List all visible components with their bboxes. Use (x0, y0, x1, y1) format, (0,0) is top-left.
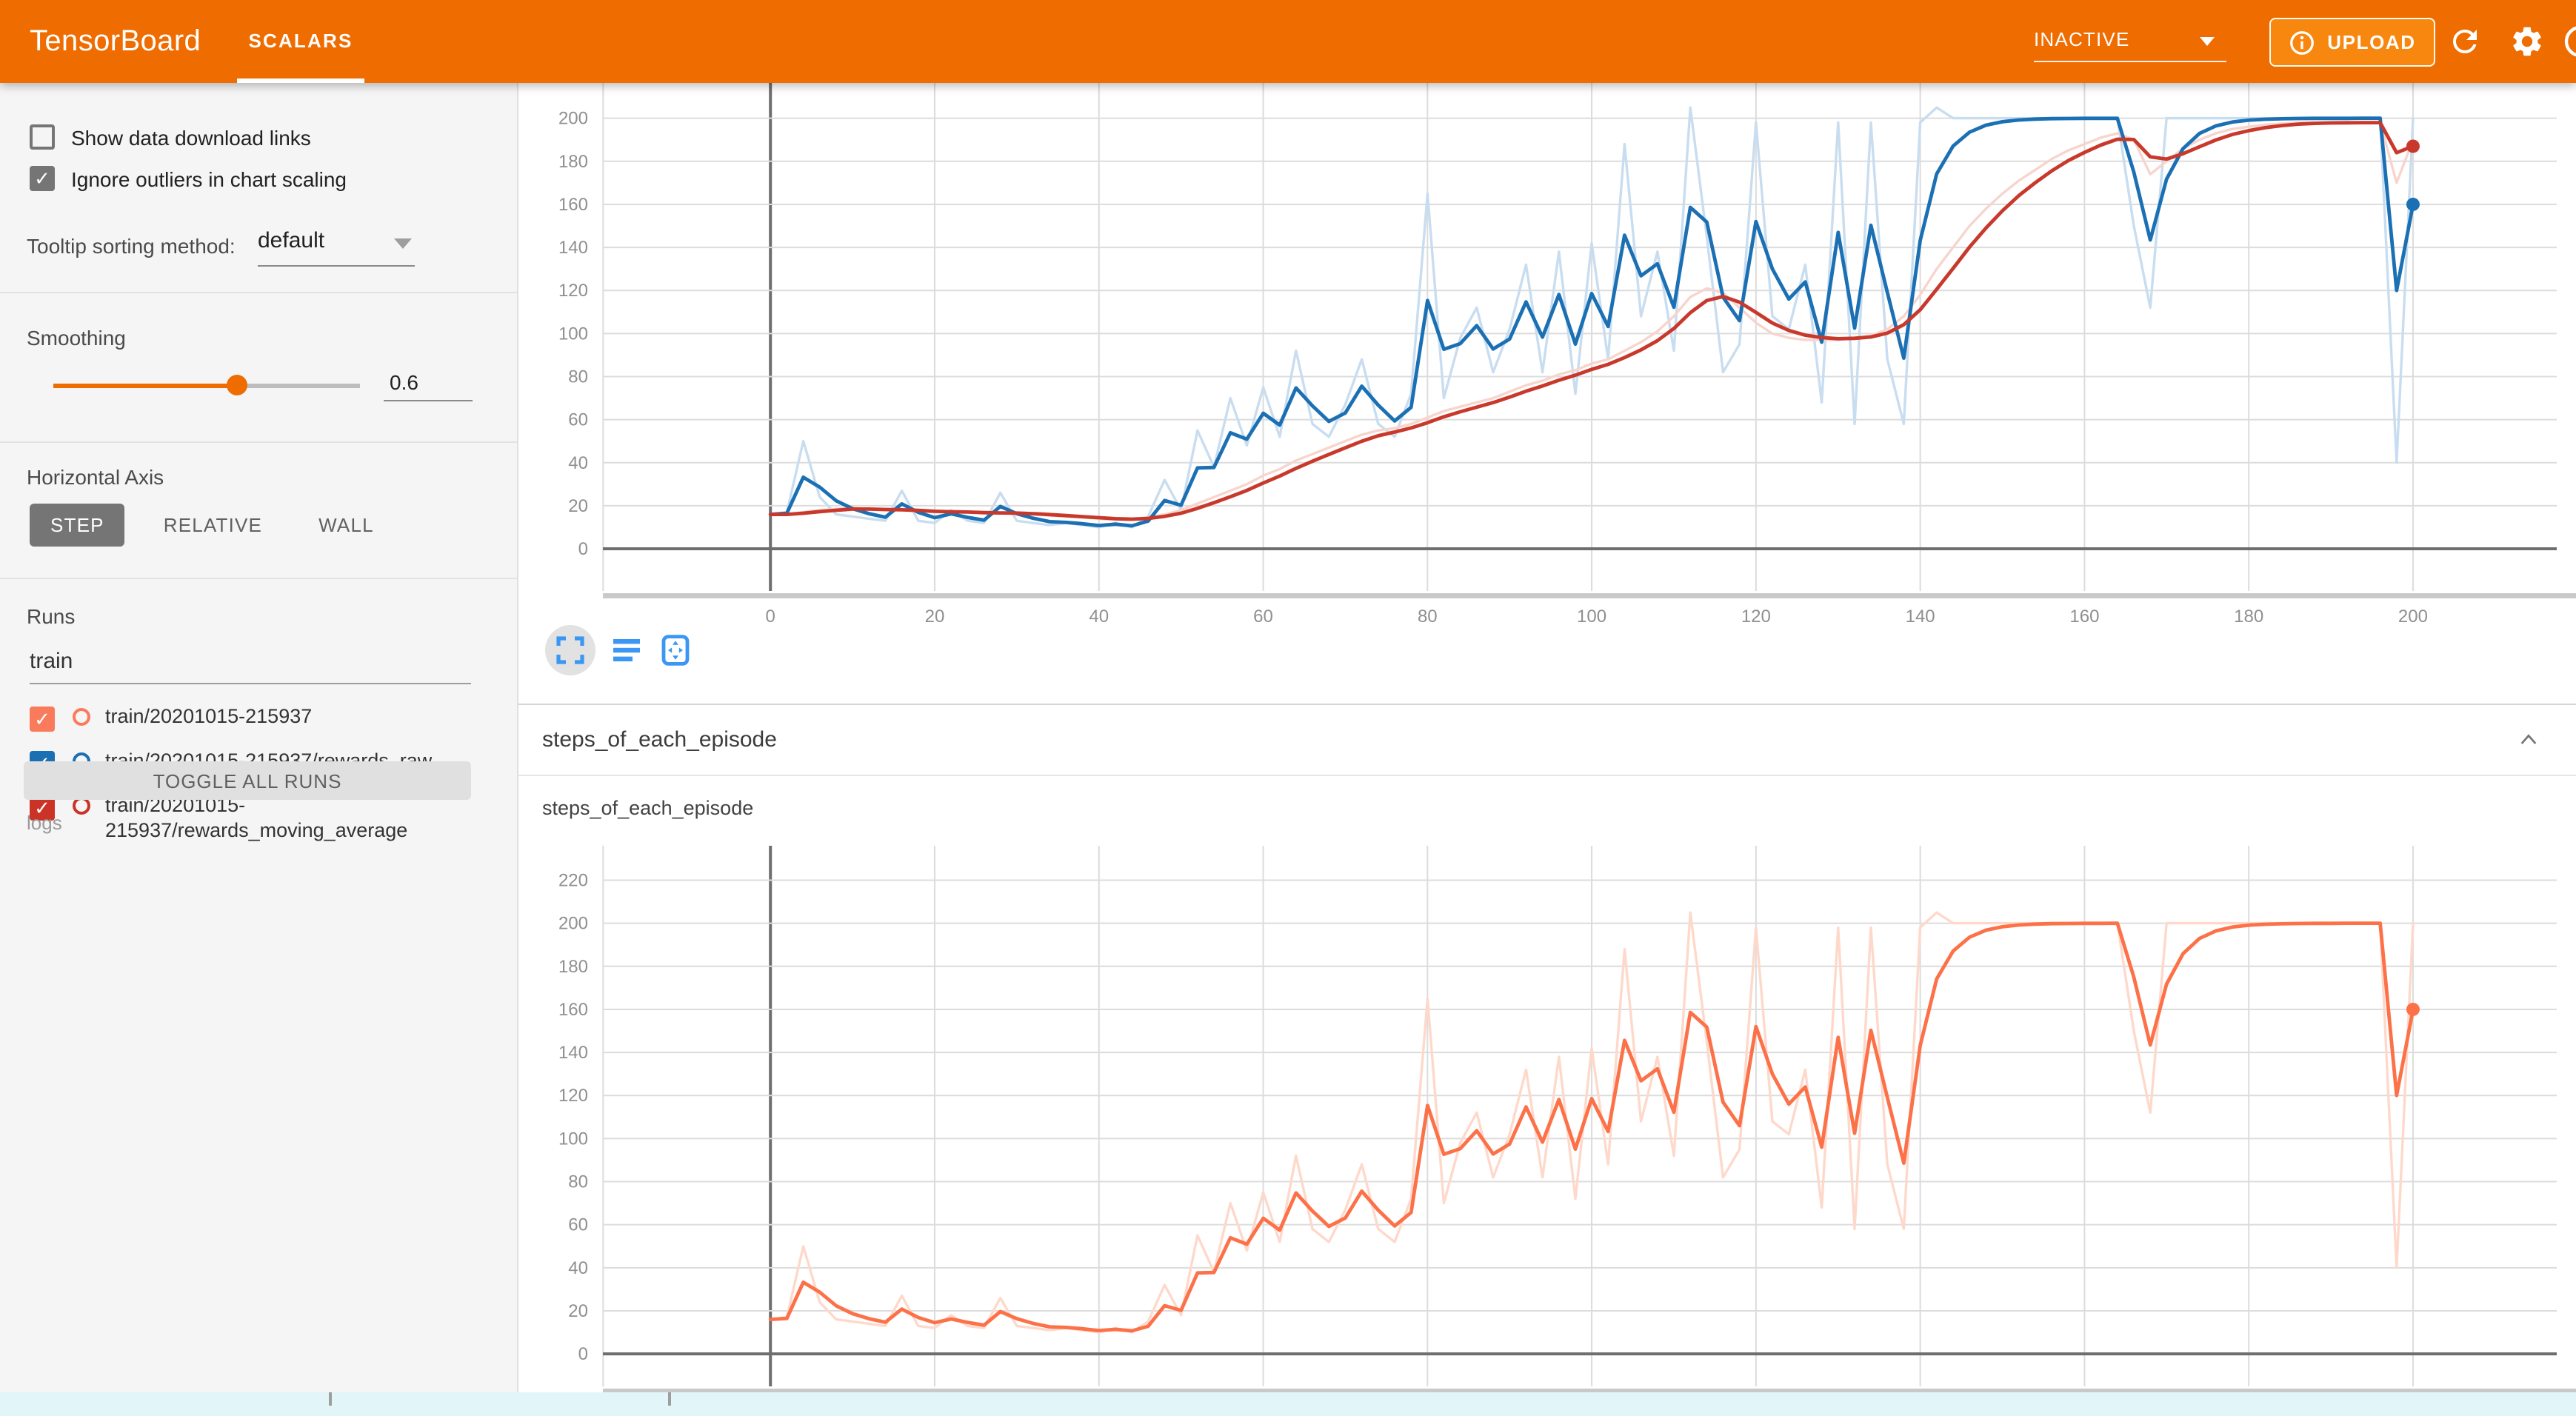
svg-text:60: 60 (1253, 607, 1273, 627)
tooltip-sorting-label: Tooltip sorting method: (27, 234, 236, 258)
svg-text:140: 140 (558, 238, 588, 258)
checkbox-ignore-outliers[interactable]: ✓ Ignore outliers in chart scaling (30, 166, 347, 191)
svg-text:20: 20 (925, 607, 945, 627)
svg-text:40: 40 (568, 453, 588, 473)
section-title: steps_of_each_episode (542, 727, 777, 752)
chart-card-title: steps_of_each_episode (542, 797, 753, 819)
run-color-circle-icon (73, 708, 90, 726)
app-logo: TensorBoard (30, 0, 201, 83)
svg-text:0: 0 (766, 607, 775, 627)
svg-text:0: 0 (578, 1344, 588, 1364)
checkbox-icon: ✓ (30, 166, 55, 191)
collapse-chevron-icon[interactable] (2517, 729, 2540, 752)
svg-text:80: 80 (568, 367, 588, 387)
svg-text:120: 120 (1741, 607, 1771, 627)
smoothing-label: Smoothing (27, 326, 126, 350)
runs-label: Runs (27, 604, 75, 628)
svg-text:160: 160 (558, 1000, 588, 1020)
tab-scalars-label: SCALARS (248, 30, 353, 52)
svg-text:60: 60 (568, 1215, 588, 1235)
axis-button-relative[interactable]: RELATIVE (143, 504, 283, 547)
svg-text:140: 140 (558, 1043, 588, 1063)
smoothing-slider[interactable] (53, 379, 360, 391)
run-label: train/20201015-215937 (105, 705, 312, 730)
sidebar-divider (0, 578, 518, 579)
svg-text:20: 20 (568, 496, 588, 516)
axis-button-wall[interactable]: WALL (298, 504, 395, 547)
svg-text:100: 100 (1577, 607, 1606, 627)
strip-tick (668, 1392, 670, 1406)
horizontal-axis-buttons: STEP RELATIVE WALL (30, 504, 395, 547)
sidebar-divider (0, 441, 518, 443)
app-header: TensorBoard SCALARS INACTIVE UPLOAD (0, 0, 2576, 83)
svg-text:100: 100 (558, 1129, 588, 1149)
section-underline (518, 775, 2576, 776)
fit-domain-icon[interactable] (658, 632, 693, 668)
svg-text:140: 140 (1906, 607, 1935, 627)
chevron-down-icon (394, 238, 412, 249)
svg-text:40: 40 (1089, 607, 1109, 627)
expand-icon (553, 632, 588, 668)
svg-text:200: 200 (558, 109, 588, 129)
svg-text:220: 220 (558, 871, 588, 891)
checkbox-label: Show data download links (71, 125, 311, 149)
bottom-scroll-strip[interactable] (0, 1392, 2576, 1416)
help-icon[interactable] (2563, 24, 2576, 59)
axis-button-step[interactable]: STEP (30, 504, 125, 547)
settings-gear-icon[interactable] (2509, 24, 2545, 59)
data-status-value: INACTIVE (2034, 28, 2130, 50)
svg-text:60: 60 (568, 410, 588, 430)
run-label: train/20201015-215937/rewards_moving_ave… (105, 794, 483, 844)
slider-track-filled (53, 384, 237, 387)
strip-tick (329, 1392, 331, 1406)
sidebar-divider (0, 292, 518, 293)
svg-text:120: 120 (558, 281, 588, 301)
slider-track-empty (237, 384, 360, 387)
horizontal-axis-label: Horizontal Axis (27, 465, 164, 489)
svg-text:80: 80 (1418, 607, 1438, 627)
svg-text:180: 180 (558, 152, 588, 172)
rewards-chart[interactable]: 0 20 40 60 80 100 120 140 160 180 200 0 20 40 60 80 100 1… (518, 83, 2576, 631)
tab-scalars[interactable]: SCALARS (237, 0, 364, 83)
smoothing-value-input[interactable]: 0.6 (384, 370, 473, 401)
tooltip-sorting-value: default (258, 228, 324, 253)
scalars-dashboard: 0204060801001201401601802000204060801001… (518, 83, 2576, 1416)
runs-footer-logs: logs (27, 812, 62, 834)
svg-text:180: 180 (558, 957, 588, 977)
run-filter-input[interactable] (30, 649, 471, 684)
svg-text:40: 40 (568, 1258, 588, 1278)
expand-chart-button[interactable] (545, 625, 595, 675)
steps-of-each-episode-chart[interactable]: 0 20 40 60 80 100 120 140 160 180 200 220 (518, 846, 2576, 1416)
svg-text:120: 120 (558, 1086, 588, 1106)
run-row[interactable]: ✓ train/20201015-215937 (0, 696, 518, 741)
section-header-steps-of-each-episode[interactable]: steps_of_each_episode (518, 705, 2576, 775)
svg-text:0: 0 (578, 539, 588, 559)
data-status-dropdown[interactable]: INACTIVE (2034, 21, 2226, 62)
settings-sidebar: Show data download links ✓ Ignore outlie… (0, 83, 518, 1416)
dropdown-underline (2034, 61, 2226, 62)
upload-button-label: UPLOAD (2327, 31, 2415, 53)
refresh-icon[interactable] (2447, 24, 2483, 59)
svg-text:160: 160 (2069, 607, 2099, 627)
svg-text:20: 20 (568, 1301, 588, 1321)
tooltip-sorting-dropdown[interactable]: default (258, 228, 415, 267)
checkbox-icon (30, 124, 55, 150)
svg-text:100: 100 (558, 324, 588, 344)
slider-thumb[interactable] (227, 375, 247, 395)
chart-toolbar (545, 625, 693, 675)
svg-text:200: 200 (558, 914, 588, 934)
svg-text:180: 180 (2234, 607, 2263, 627)
toggle-all-runs-button[interactable]: TOGGLE ALL RUNS (24, 761, 471, 800)
checkbox-show-download-links[interactable]: Show data download links (30, 124, 311, 150)
checkbox-label: Ignore outliers in chart scaling (71, 167, 347, 190)
upload-button[interactable]: UPLOAD (2269, 18, 2435, 67)
svg-text:160: 160 (558, 195, 588, 215)
run-checkbox-icon[interactable]: ✓ (30, 707, 55, 732)
svg-text:200: 200 (2398, 607, 2428, 627)
runs-list-icon[interactable] (609, 632, 644, 668)
tab-active-underline (237, 79, 364, 83)
svg-text:80: 80 (568, 1172, 588, 1192)
info-icon (2289, 29, 2315, 56)
chevron-down-icon (2200, 37, 2215, 46)
